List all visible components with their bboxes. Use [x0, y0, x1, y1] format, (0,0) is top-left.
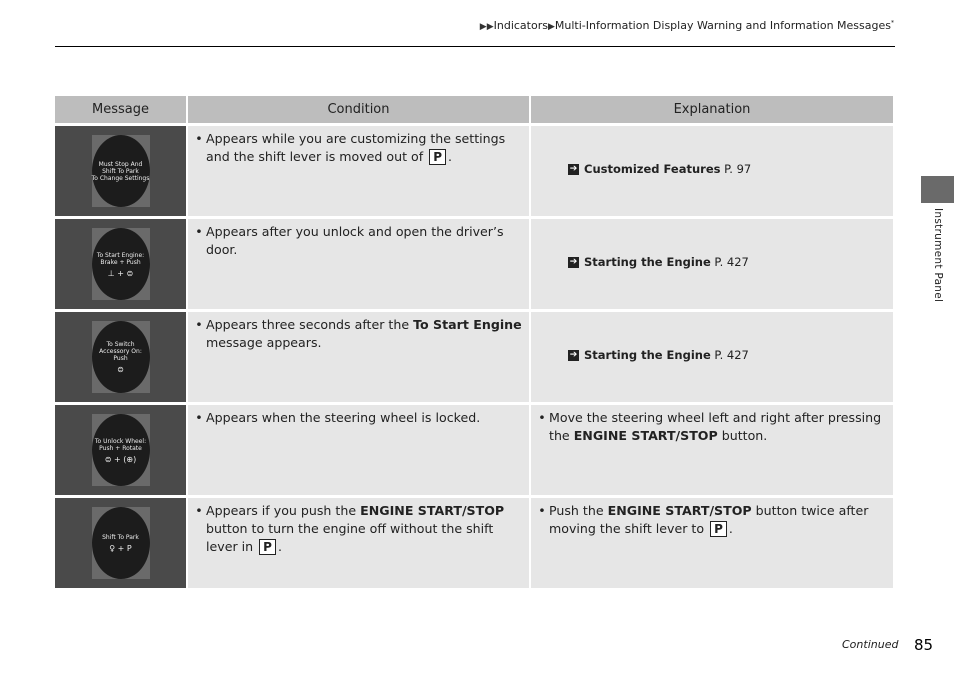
- explanation-cell: • Move the steering wheel left and right…: [531, 405, 893, 495]
- bullet-icon: •: [195, 224, 203, 239]
- header-message: Message: [55, 96, 186, 123]
- footnote-marker: *: [891, 19, 894, 27]
- bullet-icon: •: [538, 503, 546, 518]
- display-screen: To Start Engine: Brake + Push ⊥ + ⊜: [91, 228, 150, 300]
- explanation-text: Push the: [549, 503, 604, 518]
- section-tab-label: Instrument Panel: [932, 208, 944, 303]
- message-cell: To Unlock Wheel: Push + Rotate ⊜ + (⊕): [55, 405, 186, 495]
- page-number: 85: [914, 636, 934, 654]
- explanation-cell: ➔ Customized Features P. 97: [531, 126, 893, 216]
- park-indicator-icon: P: [429, 149, 447, 165]
- explanation-cell: • Push the ENGINE START/STOP button twic…: [531, 498, 893, 588]
- reference-link[interactable]: Starting the Engine: [584, 253, 711, 271]
- condition-text: Appears three seconds after the: [206, 317, 410, 332]
- arrow-icon: ▶: [547, 22, 555, 32]
- display-text: To Change Settings: [91, 174, 150, 182]
- condition-text: Appears after you unlock and open the dr…: [206, 224, 504, 257]
- condition-cell: • Appears while you are customizing the …: [188, 126, 529, 216]
- display-image: Shift To Park ♀ + P: [91, 507, 150, 579]
- table-header: Message Condition Explanation: [55, 96, 893, 123]
- condition-text: Appears if you push the: [206, 503, 357, 518]
- condition-text-end: .: [277, 539, 282, 554]
- explanation-text-end: button.: [721, 428, 768, 443]
- explanation-bold-text: ENGINE START/STOP: [573, 428, 718, 443]
- bullet-icon: •: [195, 503, 203, 518]
- reference-page[interactable]: P. 427: [714, 346, 748, 364]
- condition-text: Appears when the steering wheel is locke…: [206, 410, 481, 425]
- header-explanation: Explanation: [531, 96, 893, 123]
- condition-text-end: .: [448, 149, 453, 164]
- reference-page[interactable]: P. 427: [714, 253, 748, 271]
- table-row: To Switch Accessory On: Push ⊜ • Appears…: [55, 312, 893, 402]
- bullet-icon: •: [538, 410, 546, 425]
- condition-cell: • Appears after you unlock and open the …: [188, 219, 529, 309]
- explanation-cell: ➔ Starting the Engine P. 427: [531, 219, 893, 309]
- table-row: Must Stop And Shift To Park To Change Se…: [55, 126, 893, 216]
- display-text: Must Stop And: [98, 160, 143, 168]
- display-image: Must Stop And Shift To Park To Change Se…: [91, 135, 150, 207]
- table-row: Shift To Park ♀ + P • Appears if you pus…: [55, 498, 893, 588]
- message-cell: To Start Engine: Brake + Push ⊥ + ⊜: [55, 219, 186, 309]
- reference-page[interactable]: P. 97: [724, 160, 751, 178]
- display-image: To Switch Accessory On: Push ⊜: [91, 321, 150, 393]
- message-cell: To Switch Accessory On: Push ⊜: [55, 312, 186, 402]
- reference-arrow-icon: ➔: [568, 163, 579, 175]
- push-rotate-icon: ⊜ + (⊕): [104, 454, 137, 464]
- bullet-icon: •: [195, 410, 203, 425]
- reference-link[interactable]: Starting the Engine: [584, 346, 711, 364]
- shift-to-park-icon: ♀ + P: [109, 544, 132, 553]
- display-text: Shift To Park: [102, 534, 139, 541]
- breadcrumb-item-indicators[interactable]: Indicators: [494, 19, 548, 32]
- header-condition: Condition: [188, 96, 529, 123]
- condition-cell: • Appears if you push the ENGINE START/S…: [188, 498, 529, 588]
- continued-label: Continued: [842, 638, 899, 651]
- push-button-icon: ⊜: [117, 365, 124, 374]
- section-tab[interactable]: [921, 176, 954, 203]
- header-rule: [55, 46, 895, 47]
- messages-table: Message Condition Explanation Must Stop …: [55, 96, 893, 588]
- reference-link[interactable]: Customized Features: [584, 160, 720, 178]
- display-text: Push + Rotate: [99, 444, 142, 452]
- condition-bold-text: To Start Engine: [413, 317, 522, 332]
- double-arrow-icon: ▶▶: [479, 22, 494, 32]
- condition-text-mid: button to turn the engine off without th…: [206, 521, 494, 554]
- condition-text-end: message appears.: [206, 335, 322, 350]
- condition-cell: • Appears when the steering wheel is loc…: [188, 405, 529, 495]
- bullet-icon: •: [195, 131, 203, 146]
- park-indicator-icon: P: [710, 521, 727, 537]
- display-text: To Start Engine:: [96, 251, 145, 259]
- display-screen: To Unlock Wheel: Push + Rotate ⊜ + (⊕): [91, 414, 150, 486]
- brake-push-icon: ⊥ + ⊜: [107, 268, 134, 278]
- display-screen: Must Stop And Shift To Park To Change Se…: [91, 135, 150, 207]
- condition-cell: • Appears three seconds after the To Sta…: [188, 312, 529, 402]
- display-text: To Switch: [106, 341, 135, 348]
- display-image: To Start Engine: Brake + Push ⊥ + ⊜: [91, 228, 150, 300]
- display-text: To Unlock Wheel:: [94, 437, 147, 445]
- explanation-text-end: .: [728, 521, 733, 536]
- reference-arrow-icon: ➔: [568, 256, 579, 268]
- breadcrumb: ▶▶Indicators▶Multi-Information Display W…: [480, 19, 894, 32]
- condition-text: Appears while you are customizing the se…: [206, 131, 506, 164]
- message-cell: Must Stop And Shift To Park To Change Se…: [55, 126, 186, 216]
- reference-arrow-icon: ➔: [568, 349, 579, 361]
- breadcrumb-item-current[interactable]: Multi-Information Display Warning and In…: [555, 19, 891, 32]
- table-row: To Unlock Wheel: Push + Rotate ⊜ + (⊕) •…: [55, 405, 893, 495]
- display-screen: Shift To Park ♀ + P: [91, 507, 150, 579]
- table-row: To Start Engine: Brake + Push ⊥ + ⊜ • Ap…: [55, 219, 893, 309]
- explanation-bold-text: ENGINE START/STOP: [607, 503, 752, 518]
- display-text: Accessory On:: [99, 348, 142, 355]
- park-indicator-icon: P: [259, 539, 276, 555]
- display-text: Brake + Push: [100, 258, 141, 266]
- display-screen: To Switch Accessory On: Push ⊜: [91, 321, 150, 393]
- display-image: To Unlock Wheel: Push + Rotate ⊜ + (⊕): [91, 414, 150, 486]
- bullet-icon: •: [195, 317, 203, 332]
- explanation-cell: ➔ Starting the Engine P. 427: [531, 312, 893, 402]
- condition-bold-text: ENGINE START/STOP: [360, 503, 505, 518]
- display-text: Shift To Park: [102, 167, 139, 175]
- message-cell: Shift To Park ♀ + P: [55, 498, 186, 588]
- display-text: Push: [113, 355, 128, 362]
